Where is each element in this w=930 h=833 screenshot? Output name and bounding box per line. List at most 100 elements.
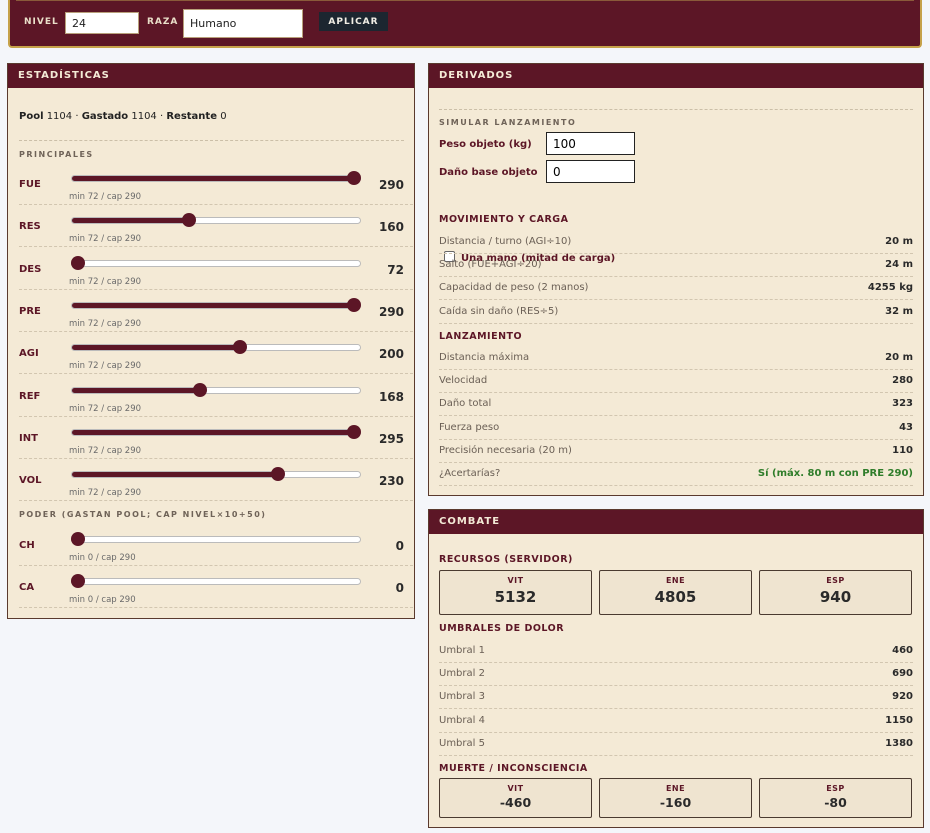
resource-box-vit: VIT -460 [439,778,592,818]
raza-input[interactable] [183,9,303,38]
box-value: 940 [819,588,852,606]
peso-input[interactable] [546,132,635,155]
kv-row: Fuerza peso 43 [439,417,913,440]
stat-slider-thumb[interactable] [71,574,85,589]
stat-slider-track[interactable] [71,217,361,225]
kv-label: Precisión necesaria (20 m) [439,444,572,456]
stat-code: FUE [19,179,41,190]
stat-slider-thumb[interactable] [233,340,248,355]
kv-value: 920 [892,691,913,703]
kv-row: Distancia / turno (AGI÷10) 20 m [439,231,913,254]
stat-caption: min 72 / cap 290 [69,445,142,456]
stat-slider-track[interactable] [71,175,361,182]
raza-label: RAZA [147,17,179,27]
stat-slider-thumb[interactable] [347,424,361,439]
row-divider [19,288,413,290]
row-divider [19,500,413,502]
stat-row-ca: CA min 0 / cap 290 0 [19,568,413,609]
row-divider [19,246,413,248]
stat-value: 160 [378,220,404,235]
stat-slider-thumb[interactable] [192,382,207,397]
kv-label: Caída sin daño (RES÷5) [439,305,559,317]
kv-row: Umbral 2 690 [439,663,913,687]
stat-slider-track[interactable] [71,386,361,394]
kv-row: Precisión necesaria (20 m) 110 [439,440,913,463]
stat-row-fue: FUE min 72 / cap 290 290 [19,165,413,205]
box-label: ENE [665,784,686,793]
stat-caption: min 72 / cap 290 [69,403,142,414]
pain-section-title: UMBRALES DE DOLOR [439,623,565,634]
kv-value: 20 m [885,352,913,363]
stat-code: RES [19,221,41,233]
stat-slider-track[interactable] [71,536,361,543]
dano-input[interactable] [546,160,635,183]
kv-value: 323 [892,398,913,410]
stat-row-des: DES min 72 / cap 290 72 [19,250,413,290]
kv-row: Capacidad de peso (2 manos) 4255 kg [439,277,913,301]
stat-value: 168 [378,389,404,404]
nivel-input[interactable] [65,12,139,34]
row-divider [439,485,913,486]
stat-slider-thumb[interactable] [71,532,85,546]
power-section-title: PODER (GASTAN POOL; CAP NIVEL×10+50) [19,510,267,519]
stat-slider-thumb[interactable] [182,213,197,228]
stat-row-ref: REF min 72 / cap 290 168 [19,377,413,417]
top-bar-divider [16,0,914,1]
resource-box-ene: ENE -160 [599,778,752,818]
stat-value: 0 [395,581,404,596]
kv-row: Caída sin daño (RES÷5) 32 m [439,301,913,324]
stat-value: 230 [378,474,404,489]
stat-value: 295 [378,431,404,446]
stat-slider-thumb[interactable] [347,297,361,312]
stat-slider-track[interactable] [71,344,361,352]
stat-slider-fill [72,387,201,393]
kv-label: Distancia máxima [439,352,530,363]
kv-row: Umbral 5 1380 [439,733,913,756]
kv-value: Sí (máx. 80 m con PRE 290) [757,468,913,479]
kv-label: ¿Acertarías? [439,468,501,479]
stat-slider-track[interactable] [71,471,361,479]
box-label: ESP [826,576,845,585]
remaining-label: Restante [166,111,217,122]
top-bar: NIVEL RAZA APLICAR [8,0,922,48]
stat-caption: min 72 / cap 290 [69,318,142,329]
kv-label: Salto (FUE+AGI÷20) [439,259,542,271]
resources-section-title: RECURSOS (SERVIDOR) [439,554,573,565]
stat-value: 72 [387,262,404,277]
stat-caption: min 72 / cap 290 [69,488,142,499]
stats-panel-title: ESTADÍSTICAS [8,64,414,88]
apply-button[interactable]: APLICAR [319,12,388,31]
row-divider [439,322,913,324]
stat-slider-track[interactable] [71,259,361,267]
divider [439,109,913,110]
death-section-title: MUERTE / INCONSCIENCIA [439,763,588,774]
row-divider [19,204,413,205]
stat-slider-fill [72,302,355,308]
kv-label: Umbral 2 [439,668,485,680]
remaining-value: 0 [220,111,227,122]
kv-row: Umbral 1 460 [439,640,913,663]
kv-row: Umbral 3 920 [439,686,913,710]
stat-slider-track[interactable] [71,578,361,586]
kv-value: 20 m [885,236,913,247]
kv-row: Daño total 323 [439,393,913,417]
movement-section-title: MOVIMIENTO Y CARGA [439,214,569,225]
row-divider [19,415,413,417]
stat-slider-thumb[interactable] [347,171,361,185]
stat-caption: min 0 / cap 290 [69,595,136,606]
stat-slider-thumb[interactable] [71,255,85,270]
stat-slider-track[interactable] [71,428,361,436]
stat-slider-thumb[interactable] [271,467,286,482]
stat-row-pre: PRE min 72 / cap 290 290 [19,292,413,332]
kv-label: Distancia / turno (AGI÷10) [439,236,572,247]
box-value: 4805 [654,588,697,606]
principal-section-title: PRINCIPALES [19,150,94,159]
box-label: VIT [507,784,524,793]
stat-caption: min 72 / cap 290 [69,361,142,372]
row-divider [19,565,413,566]
kv-value: 110 [892,444,913,456]
stat-value: 290 [378,178,404,192]
kv-label: Umbral 5 [439,737,485,749]
pool-value: 1104 [46,111,73,122]
stat-slider-track[interactable] [71,301,361,309]
